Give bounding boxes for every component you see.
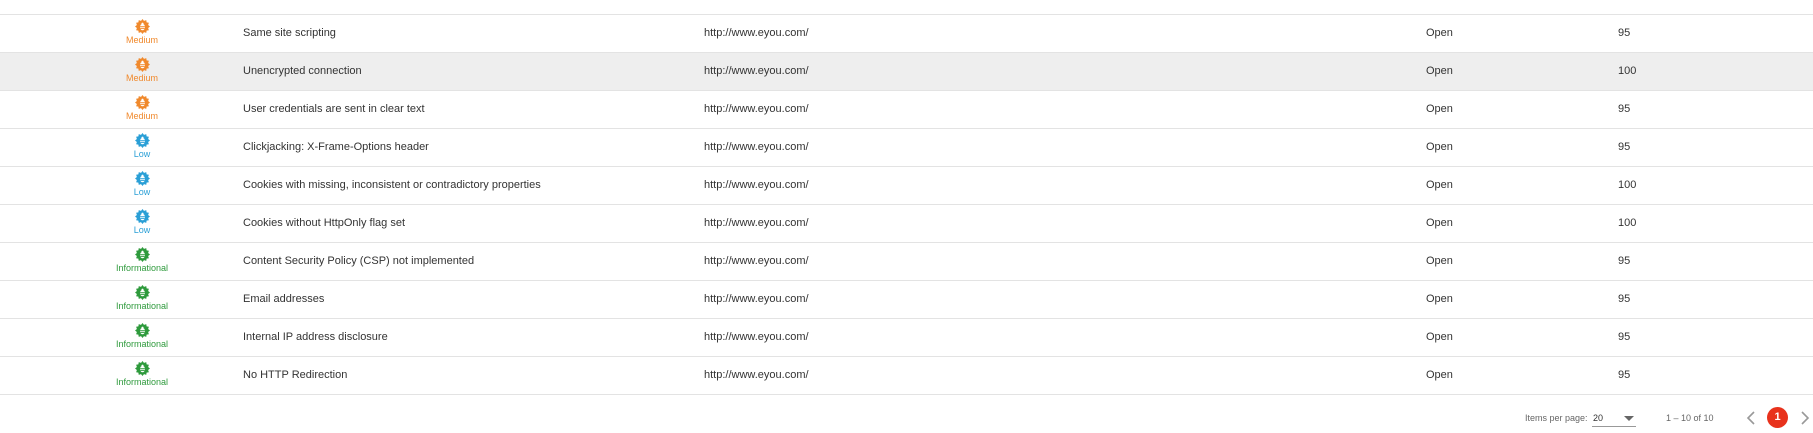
vulnerability-url[interactable]: http://www.eyou.com/ bbox=[704, 357, 809, 394]
severity-cell: Informational bbox=[98, 247, 186, 273]
range-label: 1 – 10 of 10 bbox=[1666, 413, 1714, 423]
bug-icon bbox=[98, 171, 186, 186]
vulnerability-name[interactable]: Internal IP address disclosure bbox=[243, 319, 388, 356]
vulnerability-status: Open bbox=[1426, 65, 1453, 77]
severity-cell: Informational bbox=[98, 323, 186, 349]
vulnerability-status: Open bbox=[1426, 369, 1453, 381]
items-per-page-label: Items per page: bbox=[1525, 413, 1588, 423]
bug-icon bbox=[98, 247, 186, 262]
vulnerability-url[interactable]: http://www.eyou.com/ bbox=[704, 319, 809, 356]
severity-label: Informational bbox=[115, 301, 169, 311]
severity-cell: Medium bbox=[98, 19, 186, 45]
vulnerability-name[interactable]: Unencrypted connection bbox=[243, 53, 362, 90]
items-per-page-value: 20 bbox=[1593, 413, 1604, 423]
table-row[interactable]: Low Cookies without HttpOnly flag set ht… bbox=[0, 205, 1813, 243]
table-row[interactable]: Informational No HTTP Redirection http:/… bbox=[0, 357, 1813, 395]
items-per-page-select[interactable]: 20 bbox=[1592, 408, 1636, 427]
table-row[interactable]: Informational Internal IP address disclo… bbox=[0, 319, 1813, 357]
severity-cell: Low bbox=[98, 171, 186, 197]
vulnerability-url[interactable]: http://www.eyou.com/ bbox=[704, 91, 809, 128]
vulnerability-confidence: 95 bbox=[1618, 255, 1631, 267]
vulnerability-url[interactable]: http://www.eyou.com/ bbox=[704, 129, 809, 166]
severity-cell: Low bbox=[98, 133, 186, 159]
vulnerability-status: Open bbox=[1426, 217, 1453, 229]
bug-icon bbox=[98, 95, 186, 110]
vulnerability-status: Open bbox=[1426, 293, 1453, 305]
severity-label: Low bbox=[133, 225, 151, 235]
severity-label: Low bbox=[133, 149, 151, 159]
table-row[interactable]: Informational Email addresses http://www… bbox=[0, 281, 1813, 319]
vulnerability-status: Open bbox=[1426, 141, 1453, 153]
vulnerability-confidence: 95 bbox=[1618, 293, 1631, 305]
vulnerability-url[interactable]: http://www.eyou.com/ bbox=[704, 205, 809, 242]
severity-label: Informational bbox=[115, 263, 169, 273]
severity-label: Informational bbox=[115, 339, 169, 349]
vulnerability-confidence: 95 bbox=[1618, 103, 1631, 115]
severity-label: Medium bbox=[125, 35, 158, 45]
vulnerability-confidence: 100 bbox=[1618, 217, 1637, 229]
severity-label: Informational bbox=[115, 377, 169, 387]
table-top-area bbox=[0, 0, 1813, 14]
severity-cell: Medium bbox=[98, 95, 186, 121]
bug-icon bbox=[98, 57, 186, 72]
vulnerability-url[interactable]: http://www.eyou.com/ bbox=[704, 281, 809, 318]
severity-cell: Informational bbox=[98, 361, 186, 387]
table-row[interactable]: Medium Unencrypted connection http://www… bbox=[0, 53, 1813, 91]
vulnerability-name[interactable]: Cookies with missing, inconsistent or co… bbox=[243, 167, 541, 204]
vulnerability-name[interactable]: Clickjacking: X-Frame-Options header bbox=[243, 129, 429, 166]
paginator: Items per page: 20 1 – 10 of 10 1 bbox=[0, 404, 1813, 432]
vulnerability-confidence: 100 bbox=[1618, 65, 1637, 77]
bug-icon bbox=[98, 285, 186, 300]
severity-label: Medium bbox=[125, 73, 158, 83]
vulnerability-confidence: 95 bbox=[1618, 331, 1631, 343]
vulnerability-name[interactable]: No HTTP Redirection bbox=[243, 357, 347, 394]
vulnerability-url[interactable]: http://www.eyou.com/ bbox=[704, 53, 809, 90]
vulnerability-url[interactable]: http://www.eyou.com/ bbox=[704, 167, 809, 204]
next-page-button[interactable] bbox=[1796, 408, 1812, 428]
vulnerability-status: Open bbox=[1426, 27, 1453, 39]
table-row[interactable]: Low Cookies with missing, inconsistent o… bbox=[0, 167, 1813, 205]
chevron-right-icon bbox=[1801, 411, 1810, 425]
vulnerability-confidence: 95 bbox=[1618, 141, 1631, 153]
vulnerability-url[interactable]: http://www.eyou.com/ bbox=[704, 243, 809, 280]
vulnerability-confidence: 100 bbox=[1618, 179, 1637, 191]
caret-down-icon bbox=[1624, 416, 1634, 421]
table-row[interactable]: Medium Same site scripting http://www.ey… bbox=[0, 15, 1813, 53]
vulnerability-name[interactable]: Same site scripting bbox=[243, 15, 336, 52]
vulnerability-name[interactable]: Content Security Policy (CSP) not implem… bbox=[243, 243, 474, 280]
bug-icon bbox=[98, 209, 186, 224]
chevron-left-icon bbox=[1746, 411, 1755, 425]
table-row[interactable]: Low Clickjacking: X-Frame-Options header… bbox=[0, 129, 1813, 167]
bug-icon bbox=[98, 19, 186, 34]
vulnerability-status: Open bbox=[1426, 331, 1453, 343]
vulnerability-url[interactable]: http://www.eyou.com/ bbox=[704, 15, 809, 52]
severity-label: Low bbox=[133, 187, 151, 197]
vulnerability-status: Open bbox=[1426, 103, 1453, 115]
vulnerabilities-table: Medium Same site scripting http://www.ey… bbox=[0, 14, 1813, 395]
table-row[interactable]: Medium User credentials are sent in clea… bbox=[0, 91, 1813, 129]
severity-label: Medium bbox=[125, 111, 158, 121]
vulnerability-name[interactable]: Email addresses bbox=[243, 281, 324, 318]
vulnerability-status: Open bbox=[1426, 179, 1453, 191]
vulnerability-name[interactable]: User credentials are sent in clear text bbox=[243, 91, 425, 128]
vulnerability-name[interactable]: Cookies without HttpOnly flag set bbox=[243, 205, 405, 242]
page-button-current[interactable]: 1 bbox=[1767, 407, 1788, 428]
vulnerability-confidence: 95 bbox=[1618, 369, 1631, 381]
severity-cell: Medium bbox=[98, 57, 186, 83]
bug-icon bbox=[98, 323, 186, 338]
bug-icon bbox=[98, 133, 186, 148]
severity-cell: Low bbox=[98, 209, 186, 235]
severity-cell: Informational bbox=[98, 285, 186, 311]
previous-page-button[interactable] bbox=[1744, 408, 1760, 428]
vulnerability-confidence: 95 bbox=[1618, 27, 1631, 39]
vulnerability-status: Open bbox=[1426, 255, 1453, 267]
bug-icon bbox=[98, 361, 186, 376]
table-row[interactable]: Informational Content Security Policy (C… bbox=[0, 243, 1813, 281]
